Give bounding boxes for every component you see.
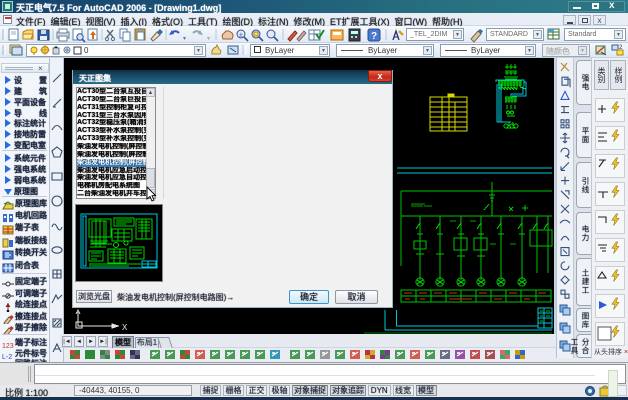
svg-text:?: ? [371, 31, 377, 42]
svg-text:±: ± [239, 32, 243, 39]
svg-text:X: X [122, 323, 128, 332]
